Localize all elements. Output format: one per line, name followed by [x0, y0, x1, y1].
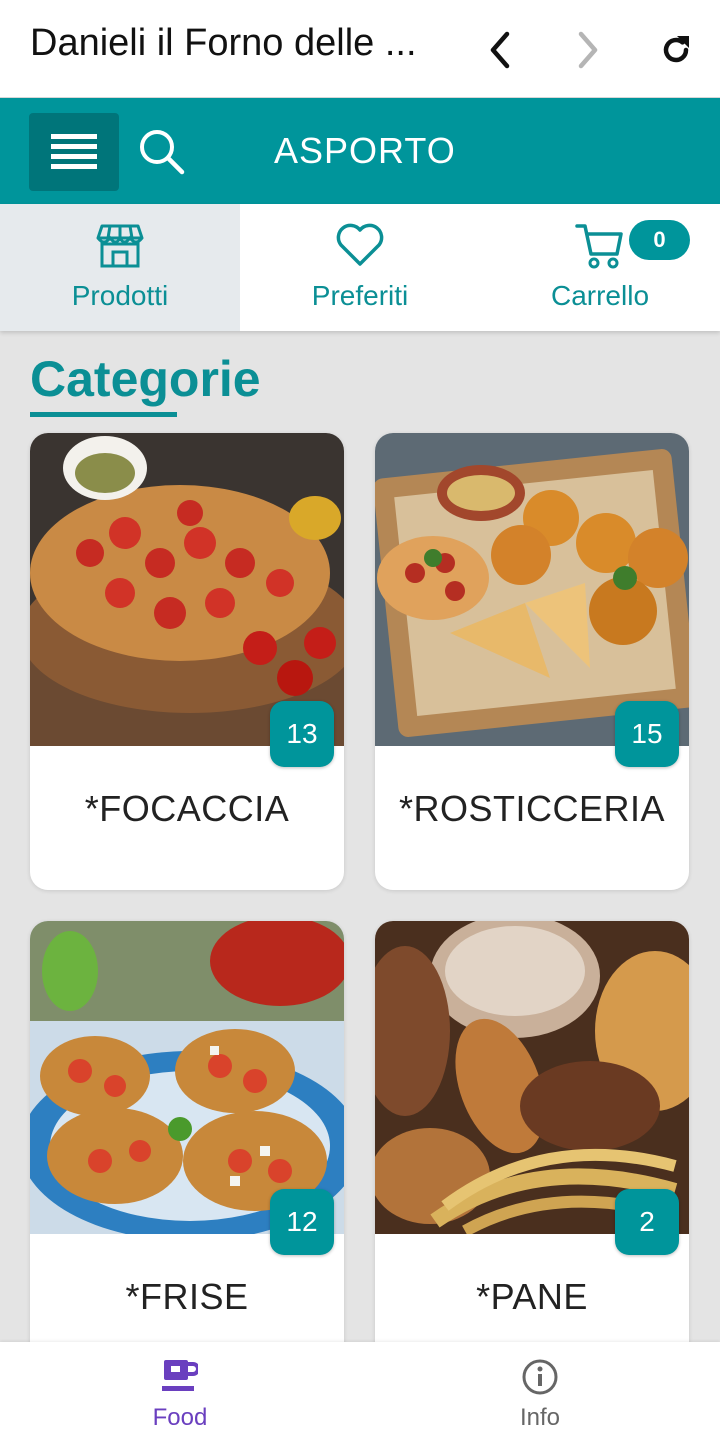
category-count-badge: 12 [270, 1189, 334, 1255]
bottom-nav-label-food: Food [152, 1404, 208, 1431]
heart-icon [336, 223, 384, 266]
app-header: ASPORTO [0, 98, 720, 204]
search-icon [140, 130, 185, 175]
tab-carrello[interactable]: Carrello [480, 204, 720, 331]
section-title: Categorie [30, 351, 261, 407]
category-count-badge: 2 [615, 1189, 679, 1255]
chevron-right-icon [578, 31, 598, 69]
cart-icon [575, 224, 623, 269]
category-name: *FRISE [125, 1276, 249, 1317]
tab-label-carrello: Carrello [550, 280, 650, 311]
bottom-nav-food[interactable]: Food [0, 1342, 360, 1438]
bottom-nav: Food Info [0, 1342, 720, 1438]
category-name: *PANE [476, 1276, 588, 1317]
category-image-pane [375, 921, 689, 1234]
hamburger-menu-icon [51, 134, 97, 169]
tab-label-preferiti: Preferiti [311, 280, 409, 311]
category-card-focaccia[interactable]: 13 *FOCACCIA [30, 433, 344, 890]
info-icon [522, 1359, 558, 1395]
store-icon [96, 224, 144, 268]
forward-button[interactable] [564, 26, 612, 74]
bottom-nav-label-info: Info [519, 1404, 561, 1431]
tab-bar: Prodotti Preferiti Carrello 0 [0, 204, 720, 331]
category-count-badge: 13 [270, 701, 334, 767]
back-button[interactable] [476, 26, 524, 74]
chevron-left-icon [490, 31, 510, 69]
reload-button[interactable] [652, 26, 700, 74]
category-card-pane[interactable]: 2 *PANE [375, 921, 689, 1378]
tab-label-prodotti: Prodotti [71, 280, 169, 311]
cart-count-badge: 0 [629, 220, 690, 260]
menu-button[interactable] [29, 113, 119, 191]
search-button[interactable] [134, 124, 188, 178]
tab-prodotti[interactable]: Prodotti [0, 204, 240, 331]
category-name: *FOCACCIA [84, 788, 290, 829]
category-image-rosticceria [375, 433, 689, 746]
category-image-focaccia [30, 433, 344, 746]
category-image-frise [30, 921, 344, 1234]
category-card-rosticceria[interactable]: 15 *ROSTICCERIA [375, 433, 689, 890]
tab-preferiti[interactable]: Preferiti [240, 204, 480, 331]
top-bar: Danieli il Forno delle ... [0, 0, 720, 98]
reload-icon [663, 36, 689, 63]
category-name: *ROSTICCERIA [398, 788, 666, 829]
order-mode-label: ASPORTO [274, 130, 456, 171]
bottom-nav-info[interactable]: Info [360, 1342, 720, 1438]
coffee-cup-icon [162, 1360, 198, 1391]
category-card-frise[interactable]: 12 *FRISE [30, 921, 344, 1378]
category-count-badge: 15 [615, 701, 679, 767]
page-title: Danieli il Forno delle ... [30, 22, 417, 64]
section-title-underline [30, 412, 177, 417]
